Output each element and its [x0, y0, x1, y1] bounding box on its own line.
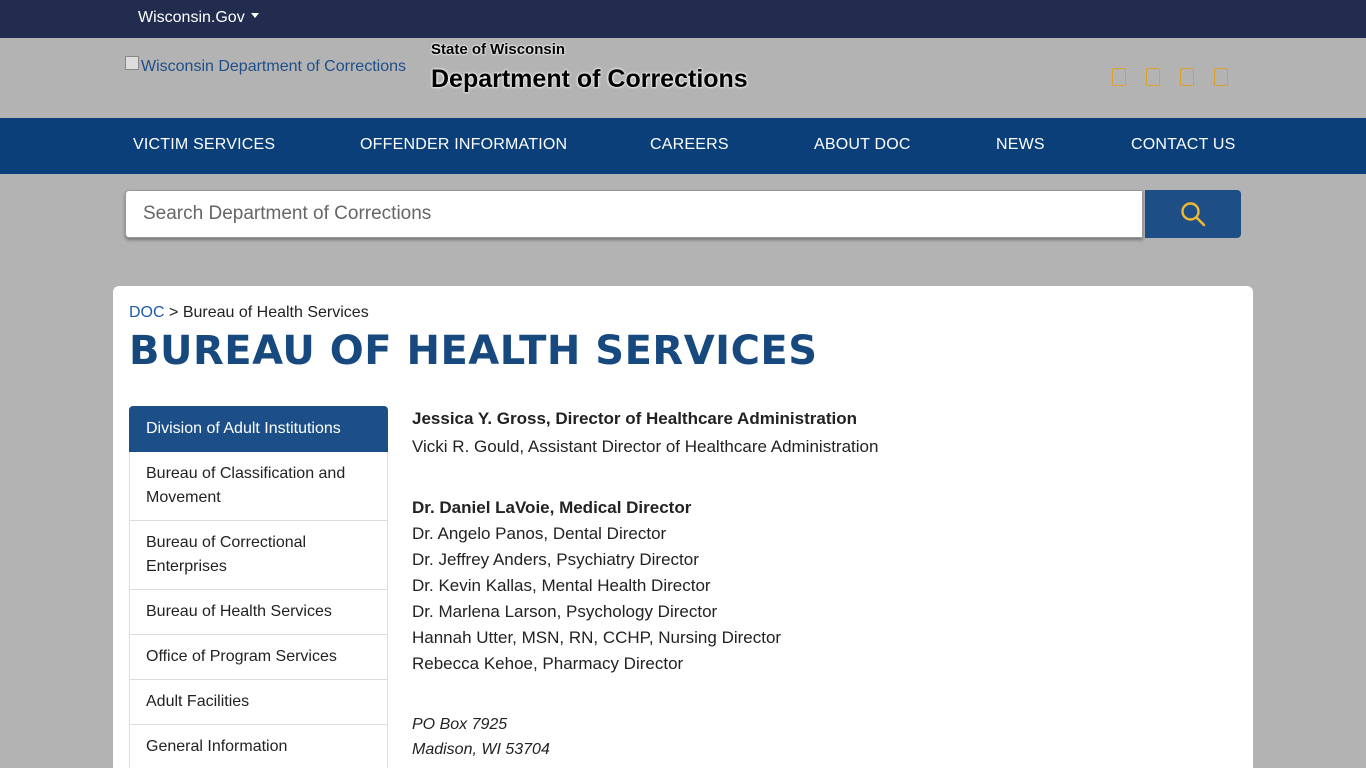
- logo-alt-text: Wisconsin Department of Corrections: [141, 58, 406, 75]
- nav-contact-us[interactable]: CONTACT US: [1131, 136, 1236, 154]
- youtube-icon[interactable]: [1180, 68, 1194, 86]
- breadcrumb-separator: >: [169, 304, 179, 321]
- director-line: Jessica Y. Gross, Director of Healthcare…: [412, 409, 857, 428]
- staff-line: Rebecca Kehoe, Pharmacy Director: [412, 654, 684, 673]
- wisconsin-gov-menu[interactable]: Wisconsin.Gov: [138, 9, 259, 27]
- side-nav: Division of Adult Institutions Bureau of…: [129, 406, 388, 768]
- nav-victim-services[interactable]: VICTIM SERVICES: [133, 136, 275, 154]
- staff-line: Dr. Angelo Panos, Dental Director: [412, 524, 667, 543]
- staff-line: Dr. Jeffrey Anders, Psychiatry Director: [412, 550, 699, 569]
- site-subtitle: State of Wisconsin: [431, 41, 566, 58]
- staff-line: Dr. Kevin Kallas, Mental Health Director: [412, 576, 711, 595]
- page-title: BUREAU OF HEALTH SERVICES: [129, 328, 818, 374]
- site-title[interactable]: Department of Corrections: [431, 65, 748, 94]
- search-input[interactable]: [125, 190, 1143, 238]
- twitter-icon[interactable]: [1146, 68, 1160, 86]
- medical-director-line: Dr. Daniel LaVoie, Medical Director: [412, 498, 692, 517]
- sidenav-item-division-adult-institutions[interactable]: Division of Adult Institutions: [129, 406, 388, 452]
- assistant-director-line: Vicki R. Gould, Assistant Director of He…: [412, 437, 879, 456]
- sidenav-item-health-services[interactable]: Bureau of Health Services: [129, 590, 388, 635]
- main-nav: VICTIM SERVICES OFFENDER INFORMATION CAR…: [0, 118, 1366, 174]
- nav-careers[interactable]: CAREERS: [650, 136, 729, 154]
- sidenav-item-adult-facilities[interactable]: Adult Facilities: [129, 680, 388, 725]
- sidenav-item-correctional-enterprises[interactable]: Bureau of Correctional Enterprises: [129, 521, 388, 590]
- nav-about-doc[interactable]: ABOUT DOC: [814, 136, 911, 154]
- search-icon: [1181, 202, 1206, 227]
- doc-logo[interactable]: Wisconsin Department of Corrections: [125, 56, 406, 76]
- site-header: Wisconsin Department of Corrections Stat…: [0, 38, 1366, 118]
- top-utility-bar: Wisconsin.Gov: [0, 0, 1366, 38]
- nav-news[interactable]: NEWS: [996, 136, 1045, 154]
- social-links: [1112, 68, 1228, 86]
- breadcrumb-doc-link[interactable]: DOC: [129, 304, 165, 321]
- address-line-2: Madison, WI 53704: [412, 741, 550, 758]
- sidenav-item-classification-movement[interactable]: Bureau of Classification and Movement: [129, 452, 388, 521]
- staff-line: Dr. Marlena Larson, Psychology Director: [412, 602, 718, 621]
- breadcrumb: DOC > Bureau of Health Services: [129, 304, 369, 322]
- broken-image-icon: [125, 56, 139, 70]
- address-line-1: PO Box 7925: [412, 716, 508, 733]
- sidenav-item-general-information[interactable]: General Information: [129, 725, 388, 768]
- breadcrumb-current: Bureau of Health Services: [182, 304, 369, 321]
- search-button[interactable]: [1145, 190, 1241, 238]
- search-bar: [125, 190, 1241, 238]
- staff-line: Hannah Utter, MSN, RN, CCHP, Nursing Dir…: [412, 628, 782, 647]
- facebook-icon[interactable]: [1112, 68, 1126, 86]
- wisconsin-gov-label: Wisconsin.Gov: [138, 9, 245, 26]
- linkedin-icon[interactable]: [1214, 68, 1228, 86]
- sidenav-item-program-services[interactable]: Office of Program Services: [129, 635, 388, 680]
- nav-offender-information[interactable]: OFFENDER INFORMATION: [360, 136, 567, 154]
- content-card: DOC > Bureau of Health Services BUREAU O…: [113, 286, 1253, 768]
- caret-down-icon: [250, 13, 259, 19]
